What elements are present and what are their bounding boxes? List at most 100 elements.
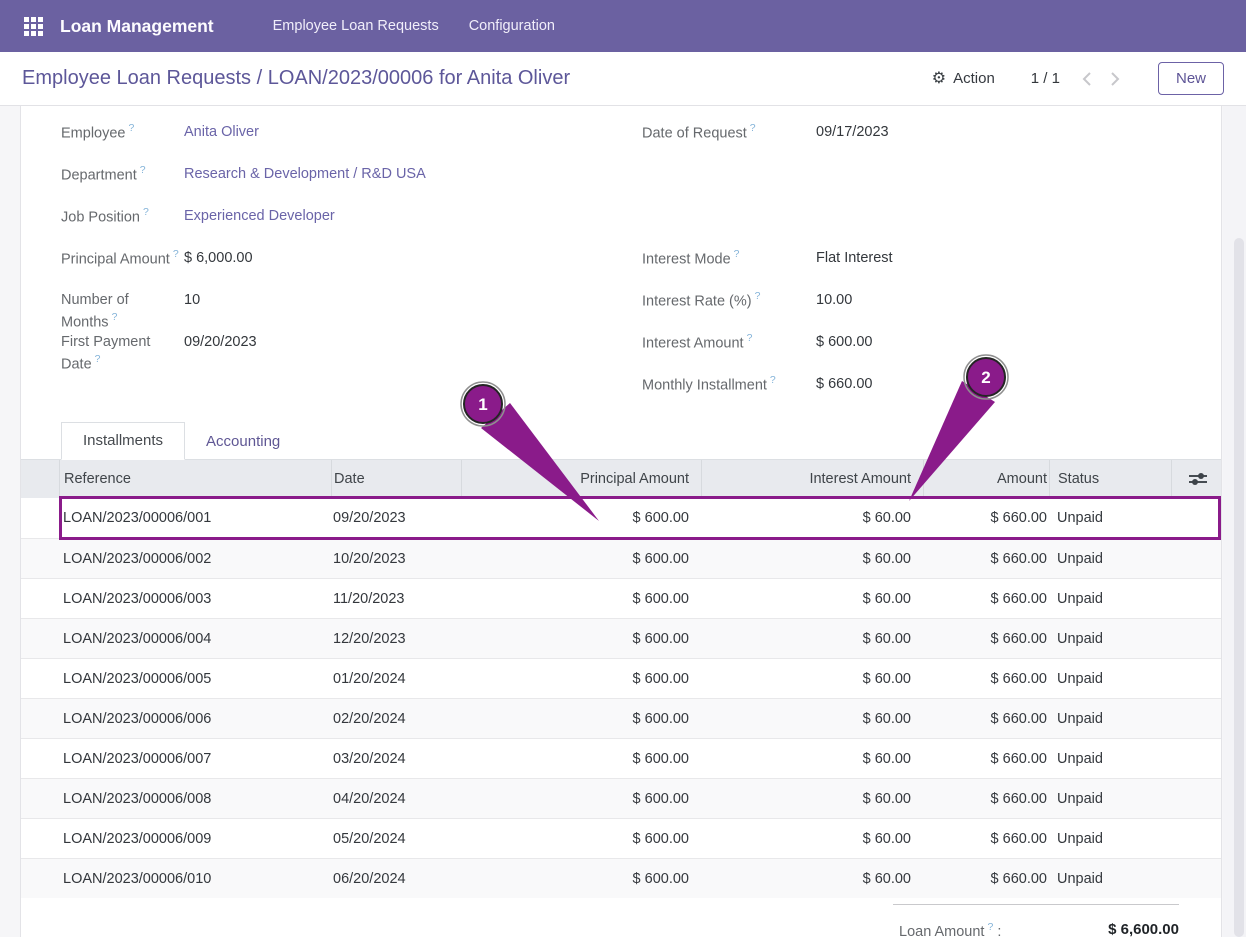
- cell-interest-amount[interactable]: $ 60.00: [701, 711, 923, 727]
- cell-date[interactable]: 11/20/2023: [331, 591, 461, 607]
- cell-interest-amount[interactable]: $ 60.00: [701, 751, 923, 767]
- optional-columns-button[interactable]: [1183, 464, 1213, 494]
- cell-reference[interactable]: LOAN/2023/00006/001: [59, 510, 331, 526]
- field-value-job-position[interactable]: Experienced Developer: [184, 206, 335, 227]
- table-row[interactable]: LOAN/2023/00006/010 06/20/2024 $ 600.00 …: [21, 858, 1221, 898]
- cell-principal-amount[interactable]: $ 600.00: [461, 791, 701, 807]
- cell-interest-amount[interactable]: $ 60.00: [701, 631, 923, 647]
- cell-status[interactable]: Unpaid: [1049, 831, 1171, 847]
- cell-principal-amount[interactable]: $ 600.00: [461, 631, 701, 647]
- header-cell-status[interactable]: Status: [1049, 460, 1171, 498]
- action-button[interactable]: ⚙ Action: [932, 70, 995, 87]
- cell-date[interactable]: 05/20/2024: [331, 831, 461, 847]
- table-row[interactable]: LOAN/2023/00006/009 05/20/2024 $ 600.00 …: [21, 818, 1221, 858]
- table-row[interactable]: LOAN/2023/00006/002 10/20/2023 $ 600.00 …: [21, 538, 1221, 578]
- cell-amount[interactable]: $ 660.00: [923, 751, 1049, 767]
- cell-date[interactable]: 03/20/2024: [331, 751, 461, 767]
- cell-amount[interactable]: $ 660.00: [923, 871, 1049, 887]
- field-value-interest-mode[interactable]: Flat Interest: [816, 248, 893, 269]
- cell-reference[interactable]: LOAN/2023/00006/003: [59, 591, 331, 607]
- cell-principal-amount[interactable]: $ 600.00: [461, 751, 701, 767]
- nav-menu-configuration[interactable]: Configuration: [454, 2, 570, 50]
- cell-reference[interactable]: LOAN/2023/00006/009: [59, 831, 331, 847]
- cell-principal-amount[interactable]: $ 600.00: [461, 871, 701, 887]
- cell-principal-amount[interactable]: $ 600.00: [461, 711, 701, 727]
- cell-date[interactable]: 12/20/2023: [331, 631, 461, 647]
- apps-grid-icon[interactable]: [16, 9, 50, 43]
- field-value-number-of-months[interactable]: 10: [184, 290, 200, 311]
- cell-amount[interactable]: $ 660.00: [923, 631, 1049, 647]
- header-cell-interest-amount[interactable]: Interest Amount: [701, 460, 923, 498]
- cell-reference[interactable]: LOAN/2023/00006/007: [59, 751, 331, 767]
- cell-status[interactable]: Unpaid: [1049, 791, 1171, 807]
- field-value-interest-rate[interactable]: 10.00: [816, 290, 852, 311]
- cell-amount[interactable]: $ 660.00: [923, 510, 1049, 526]
- field-value-employee[interactable]: Anita Oliver: [184, 122, 259, 143]
- table-row[interactable]: LOAN/2023/00006/001 09/20/2023 $ 600.00 …: [21, 498, 1221, 538]
- table-row[interactable]: LOAN/2023/00006/007 03/20/2024 $ 600.00 …: [21, 738, 1221, 778]
- cell-status[interactable]: Unpaid: [1049, 551, 1171, 567]
- cell-interest-amount[interactable]: $ 60.00: [701, 831, 923, 847]
- cell-status[interactable]: Unpaid: [1049, 591, 1171, 607]
- cell-date[interactable]: 04/20/2024: [331, 791, 461, 807]
- cell-status[interactable]: Unpaid: [1049, 871, 1171, 887]
- scrollbar-thumb[interactable]: [1234, 238, 1244, 937]
- cell-date[interactable]: 02/20/2024: [331, 711, 461, 727]
- pager-next-button[interactable]: [1102, 67, 1128, 91]
- header-cell-date[interactable]: Date: [331, 460, 461, 498]
- cell-date[interactable]: 09/20/2023: [331, 510, 461, 526]
- cell-principal-amount[interactable]: $ 600.00: [461, 591, 701, 607]
- header-cell-reference[interactable]: Reference: [59, 460, 331, 498]
- header-cell-select[interactable]: [21, 460, 59, 498]
- cell-interest-amount[interactable]: $ 60.00: [701, 551, 923, 567]
- header-cell-principal-amount[interactable]: Principal Amount: [461, 460, 701, 498]
- cell-interest-amount[interactable]: $ 60.00: [701, 791, 923, 807]
- cell-interest-amount[interactable]: $ 60.00: [701, 510, 923, 526]
- field-value-interest-amount[interactable]: $ 600.00: [816, 332, 872, 353]
- cell-status[interactable]: Unpaid: [1049, 671, 1171, 687]
- cell-principal-amount[interactable]: $ 600.00: [461, 831, 701, 847]
- cell-amount[interactable]: $ 660.00: [923, 591, 1049, 607]
- cell-reference[interactable]: LOAN/2023/00006/010: [59, 871, 331, 887]
- table-row[interactable]: LOAN/2023/00006/003 11/20/2023 $ 600.00 …: [21, 578, 1221, 618]
- app-name[interactable]: Loan Management: [60, 16, 214, 37]
- cell-reference[interactable]: LOAN/2023/00006/004: [59, 631, 331, 647]
- cell-date[interactable]: 06/20/2024: [331, 871, 461, 887]
- header-cell-amount[interactable]: Amount: [923, 460, 1049, 498]
- field-value-first-payment-date[interactable]: 09/20/2023: [184, 332, 257, 353]
- cell-principal-amount[interactable]: $ 600.00: [461, 510, 701, 526]
- cell-reference[interactable]: LOAN/2023/00006/005: [59, 671, 331, 687]
- new-button[interactable]: New: [1158, 62, 1224, 95]
- cell-amount[interactable]: $ 660.00: [923, 831, 1049, 847]
- breadcrumb[interactable]: Employee Loan Requests / LOAN/2023/00006…: [22, 67, 932, 90]
- cell-reference[interactable]: LOAN/2023/00006/002: [59, 551, 331, 567]
- table-row[interactable]: LOAN/2023/00006/005 01/20/2024 $ 600.00 …: [21, 658, 1221, 698]
- table-row[interactable]: LOAN/2023/00006/004 12/20/2023 $ 600.00 …: [21, 618, 1221, 658]
- cell-status[interactable]: Unpaid: [1049, 631, 1171, 647]
- table-row[interactable]: LOAN/2023/00006/006 02/20/2024 $ 600.00 …: [21, 698, 1221, 738]
- tab-installments[interactable]: Installments: [61, 422, 185, 460]
- field-value-department[interactable]: Research & Development / R&D USA: [184, 164, 426, 185]
- cell-interest-amount[interactable]: $ 60.00: [701, 671, 923, 687]
- cell-principal-amount[interactable]: $ 600.00: [461, 671, 701, 687]
- cell-amount[interactable]: $ 660.00: [923, 551, 1049, 567]
- field-value-date-of-request[interactable]: 09/17/2023: [816, 122, 889, 143]
- cell-amount[interactable]: $ 660.00: [923, 711, 1049, 727]
- cell-reference[interactable]: LOAN/2023/00006/006: [59, 711, 331, 727]
- cell-status[interactable]: Unpaid: [1049, 751, 1171, 767]
- pager-previous-button[interactable]: [1074, 67, 1100, 91]
- cell-date[interactable]: 01/20/2024: [331, 671, 461, 687]
- table-row[interactable]: LOAN/2023/00006/008 04/20/2024 $ 600.00 …: [21, 778, 1221, 818]
- field-value-principal-amount[interactable]: $ 6,000.00: [184, 248, 253, 269]
- cell-status[interactable]: Unpaid: [1049, 711, 1171, 727]
- nav-menu-employee-loan-requests[interactable]: Employee Loan Requests: [258, 2, 454, 50]
- field-value-monthly-installment[interactable]: $ 660.00: [816, 374, 872, 395]
- cell-amount[interactable]: $ 660.00: [923, 671, 1049, 687]
- cell-principal-amount[interactable]: $ 600.00: [461, 551, 701, 567]
- cell-interest-amount[interactable]: $ 60.00: [701, 871, 923, 887]
- cell-amount[interactable]: $ 660.00: [923, 791, 1049, 807]
- tab-accounting[interactable]: Accounting: [185, 424, 301, 460]
- cell-interest-amount[interactable]: $ 60.00: [701, 591, 923, 607]
- cell-date[interactable]: 10/20/2023: [331, 551, 461, 567]
- cell-status[interactable]: Unpaid: [1049, 510, 1171, 526]
